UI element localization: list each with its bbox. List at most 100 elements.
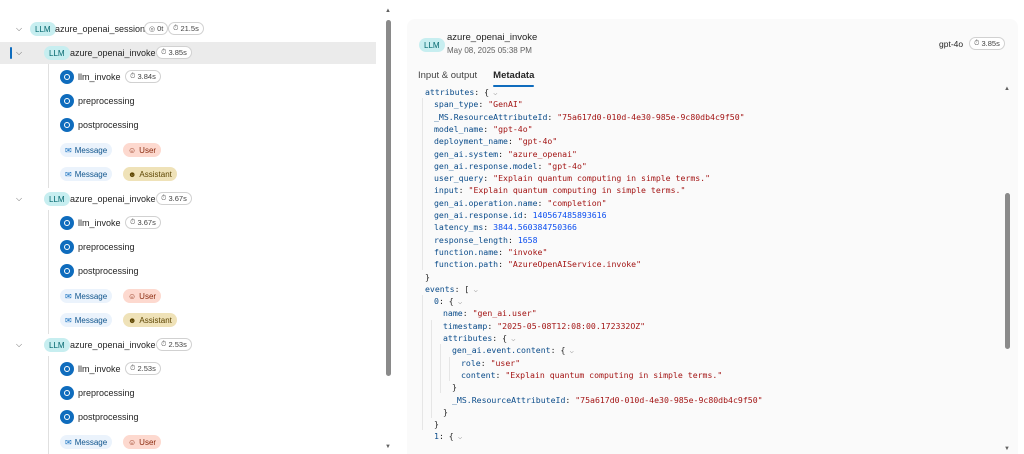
json-colon: : xyxy=(498,148,508,159)
json-key: name xyxy=(443,308,463,319)
clock-icon: ⏱ xyxy=(130,218,136,226)
chevron-down-icon[interactable]: ⌵ xyxy=(565,347,574,355)
tab-input-output[interactable]: Input & output xyxy=(418,70,477,87)
invoke-label: azure_openai_invoke xyxy=(70,194,156,204)
json-line: } xyxy=(443,406,448,418)
invoke-label: azure_openai_invoke xyxy=(70,48,156,58)
chevron-down-icon[interactable]: ⌵ xyxy=(454,298,462,306)
tree-scroll-thumb[interactable] xyxy=(386,20,391,376)
bot-icon: ☻ xyxy=(128,315,137,325)
json-key: attributes xyxy=(443,333,493,343)
tree-row-step[interactable]: preprocessing xyxy=(0,236,376,258)
chevron-down-icon[interactable]: ⌵ xyxy=(14,340,24,350)
tree-row-session[interactable]: ⌵ LLM azure_openai_session ◎ 0t ⏱ 21.5s xyxy=(0,18,376,40)
message-label: Message xyxy=(74,315,108,325)
llm-badge: LLM xyxy=(44,338,70,352)
latency-value: 2.53s xyxy=(168,340,187,349)
indent-guide xyxy=(431,319,432,419)
scroll-up-icon[interactable]: ▲ xyxy=(385,8,391,14)
json-scroll-thumb[interactable] xyxy=(1005,193,1010,349)
step-label: preprocessing xyxy=(78,242,135,252)
json-colon: : xyxy=(495,369,506,380)
json-string-value: "gpt-4o" xyxy=(493,123,533,134)
mail-icon: ✉ xyxy=(65,437,72,447)
chevron-down-icon[interactable]: ⌵ xyxy=(489,89,497,97)
json-scrollbar[interactable]: ▲ ▼ xyxy=(1004,86,1012,454)
llm-badge: LLM xyxy=(419,38,445,52)
message-chip: ✉ Message xyxy=(60,289,113,303)
indent-guide xyxy=(422,98,423,271)
node-circle-icon xyxy=(60,264,74,278)
json-string-value: "user" xyxy=(490,357,521,368)
tree-row-step[interactable]: postprocessing xyxy=(0,406,376,428)
json-number-value: 140567485893616 xyxy=(532,210,607,220)
latency-value: 3.85s xyxy=(168,48,187,57)
json-colon: : xyxy=(498,259,508,270)
json-key: user_query xyxy=(434,173,484,184)
tree-row-message[interactable]: ✉ Message ☻ Assistant xyxy=(0,309,376,331)
tree-row-message[interactable]: ✉ Message ☻ Assistant xyxy=(0,163,376,185)
tree-row-step[interactable]: preprocessing xyxy=(0,382,376,404)
role-label: User xyxy=(139,145,157,155)
chevron-down-icon[interactable]: ⌵ xyxy=(507,335,515,343)
tree-row-invoke[interactable]: ⌵ LLM azure_openai_invoke ⏱ 3.67s xyxy=(0,188,376,210)
json-line: response_length: 1658 xyxy=(434,234,538,246)
metadata-json-viewer[interactable]: attributes: { ⌵ span_type: "GenAI" _MS.Res… xyxy=(419,86,1004,454)
json-key: latency_ms xyxy=(434,222,484,233)
json-string-value: "GenAI" xyxy=(488,99,523,110)
bot-icon: ☻ xyxy=(128,169,137,179)
scroll-down-icon[interactable]: ▼ xyxy=(1004,446,1010,452)
chevron-down-icon[interactable]: ⌵ xyxy=(14,48,24,58)
json-line: } xyxy=(434,418,439,430)
json-key: gen_ai.system xyxy=(434,148,499,159)
json-line: gen_ai.response.model: "gpt-4o" xyxy=(434,160,587,172)
json-key: role xyxy=(461,357,481,368)
json-colon: : xyxy=(565,394,576,405)
llm-badge: LLM xyxy=(30,22,56,36)
invoke-label: azure_openai_invoke xyxy=(70,340,156,350)
json-key: gen_ai.operation.name xyxy=(434,197,538,208)
json-line: gen_ai.response.id: 140567485893616 xyxy=(434,209,607,221)
json-line: 1: { ⌵ xyxy=(434,430,462,443)
message-label: Message xyxy=(74,169,108,179)
chevron-down-icon[interactable]: ⌵ xyxy=(14,194,24,204)
json-string-value: "gpt-4o" xyxy=(547,160,587,171)
tree-row-step[interactable]: preprocessing xyxy=(0,90,376,112)
json-punct: : { xyxy=(492,333,508,343)
node-circle-icon xyxy=(60,118,74,132)
tree-row-invoke[interactable]: ⌵ LLM azure_openai_invoke ⏱ 3.85s xyxy=(0,42,376,64)
json-string-value: "AzureOpenAIService.invoke" xyxy=(507,259,642,270)
json-key: _MS.ResourceAttributeId xyxy=(452,394,566,405)
json-punct: : { xyxy=(438,296,454,307)
session-label: azure_openai_session xyxy=(55,24,146,34)
role-label: Assistant xyxy=(139,315,172,325)
tree-row-step[interactable]: postprocessing xyxy=(0,114,376,136)
tree-row-message[interactable]: ✉ Message ☺ User xyxy=(0,139,376,161)
tree-scrollbar[interactable]: ▲ ▼ xyxy=(385,8,391,454)
json-punct: : [ xyxy=(454,283,470,294)
node-circle-icon xyxy=(60,94,74,108)
json-punct: } xyxy=(452,382,457,393)
tree-row-invoke[interactable]: ⌵ LLM azure_openai_invoke ⏱ 2.53s xyxy=(0,334,376,356)
message-label: Message xyxy=(74,291,108,301)
role-user-chip: ☺ User xyxy=(123,435,162,449)
tree-row-message[interactable]: ✉ Message ☺ User xyxy=(0,431,376,453)
chevron-down-icon[interactable]: ⌵ xyxy=(14,24,24,34)
tree-row-step[interactable]: llm_invoke ⏱ 2.53s xyxy=(0,358,376,380)
tree-row-step[interactable]: llm_invoke ⏱ 3.84s xyxy=(0,66,376,88)
json-key: _MS.ResourceAttributeId xyxy=(434,111,548,122)
tab-metadata[interactable]: Metadata xyxy=(493,70,535,87)
tree-row-step[interactable]: postprocessing xyxy=(0,260,376,282)
tree-row-step[interactable]: llm_invoke ⏱ 3.67s xyxy=(0,212,376,234)
scroll-down-icon[interactable]: ▼ xyxy=(385,444,391,450)
latency-pill: ⏱ 3.67s xyxy=(125,216,161,229)
chevron-down-icon[interactable]: ⌵ xyxy=(469,286,478,294)
scroll-up-icon[interactable]: ▲ xyxy=(1004,86,1010,92)
chevron-down-icon[interactable]: ⌵ xyxy=(454,433,462,441)
json-string-value: "Explain quantum computing in simple ter… xyxy=(505,369,723,380)
message-chip: ✉ Message xyxy=(60,313,113,327)
tree-row-message[interactable]: ✉ Message ☺ User xyxy=(0,285,376,307)
json-line: span_type: "GenAI" xyxy=(434,98,523,110)
step-label: preprocessing xyxy=(78,388,135,398)
json-punct: } xyxy=(443,406,448,417)
